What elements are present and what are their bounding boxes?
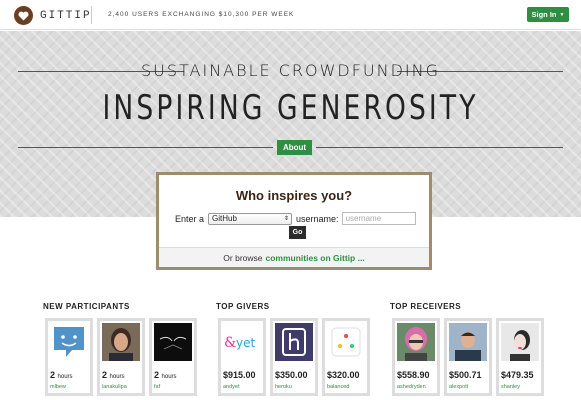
- giver-card[interactable]: $320.00 balanced: [322, 318, 370, 396]
- svg-text:yet: yet: [236, 336, 255, 350]
- receiver-card[interactable]: $479.35 shanley: [496, 318, 544, 396]
- giver-username[interactable]: andyet: [223, 384, 240, 390]
- caret-down-icon: ▼: [559, 11, 565, 18]
- platform-select[interactable]: GitHub ⇕: [208, 212, 293, 225]
- participant-amount: 2: [154, 370, 160, 380]
- giver-card[interactable]: & yet $915.00 andyet: [218, 318, 266, 396]
- receiver-username[interactable]: shanley: [501, 384, 520, 390]
- speech-bubble-avatar-icon: [50, 323, 88, 361]
- participant-card[interactable]: 2 hours mlbew: [45, 318, 93, 396]
- giver-amount: $915.00: [223, 370, 256, 380]
- heroku-logo: [275, 323, 313, 361]
- inspire-heading: Who inspires you?: [235, 188, 353, 203]
- giver-username[interactable]: heroku: [275, 384, 292, 390]
- sign-in-button[interactable]: Sign In ▼: [527, 7, 569, 22]
- go-button[interactable]: Go: [289, 226, 306, 239]
- top-givers-heading: TOP GIVERS: [216, 302, 270, 311]
- receiver-card[interactable]: $558.90 ashedryden: [392, 318, 440, 396]
- participant-card[interactable]: 2 hours faf: [149, 318, 197, 396]
- gittip-logo[interactable]: GITTIP: [14, 6, 92, 25]
- receiver-card[interactable]: $500.71 alexpott: [444, 318, 492, 396]
- browse-prefix: Or browse: [223, 252, 263, 263]
- lookup-form-row: Enter a GitHub ⇕ username: username: [175, 212, 416, 225]
- user-photo-avatar: [449, 323, 487, 361]
- top-navigation-bar: GITTIP 2,400 USERS EXCHANGING $10,300 PE…: [0, 0, 581, 30]
- participant-username[interactable]: faf: [154, 384, 160, 390]
- username-input[interactable]: username: [341, 212, 416, 225]
- new-participants-heading: NEW PARTICIPANTS: [43, 302, 130, 311]
- receiver-amount: $500.71: [449, 370, 482, 380]
- hero-rule-right-bottom: [316, 147, 563, 148]
- dark-avatar: [154, 323, 192, 361]
- giver-amount: $320.00: [327, 370, 360, 380]
- logo-text: GITTIP: [40, 9, 92, 22]
- giver-card[interactable]: $350.00 heroku: [270, 318, 318, 396]
- giver-username[interactable]: balanced: [327, 384, 349, 390]
- inspire-search-box: Who inspires you? Enter a GitHub ⇕ usern…: [156, 172, 432, 270]
- hero-rule-left-bottom: [18, 147, 273, 148]
- receiver-amount: $479.35: [501, 370, 534, 380]
- site-stats-tagline: 2,400 USERS EXCHANGING $10,300 PER WEEK: [108, 11, 295, 18]
- heart-icon: [14, 6, 33, 25]
- participant-amount: 2: [102, 370, 108, 380]
- sign-in-label: Sign In: [531, 10, 557, 19]
- select-arrows-icon: ⇕: [284, 216, 290, 222]
- header-divider: [91, 6, 92, 24]
- participant-card[interactable]: 2 hours lanakulipa: [97, 318, 145, 396]
- receiver-username[interactable]: ashedryden: [397, 384, 426, 390]
- communities-link[interactable]: communities on Gittip ...: [266, 253, 365, 263]
- username-label: username:: [296, 213, 339, 224]
- receiver-username[interactable]: alexpott: [449, 384, 468, 390]
- balanced-logo: [327, 323, 365, 361]
- hero-subtitle: SUSTAINABLE CROWDFUNDING: [140, 61, 441, 80]
- participant-unit: hours: [161, 374, 177, 380]
- about-button[interactable]: About: [277, 140, 312, 155]
- user-photo-avatar: [501, 323, 539, 361]
- svg-text:&: &: [224, 335, 236, 351]
- participant-username[interactable]: mlbew: [50, 384, 66, 390]
- user-photo-avatar: [397, 323, 435, 361]
- participant-unit: hours: [109, 374, 125, 380]
- andyet-logo: & yet: [223, 323, 261, 361]
- participant-username[interactable]: lanakulipa: [102, 384, 127, 390]
- platform-selected-value: GitHub: [212, 214, 237, 223]
- enter-label: Enter a: [175, 213, 205, 224]
- giver-amount: $350.00: [275, 370, 308, 380]
- hero-title: INSPIRING GENEROSITY: [102, 88, 479, 128]
- user-photo-avatar: [102, 323, 140, 361]
- top-receivers-heading: TOP RECEIVERS: [390, 302, 462, 311]
- receiver-amount: $558.90: [397, 370, 430, 380]
- browse-communities-bar: Or browse communities on Gittip ...: [159, 247, 429, 267]
- participant-amount: 2: [50, 370, 56, 380]
- participant-unit: hours: [57, 374, 73, 380]
